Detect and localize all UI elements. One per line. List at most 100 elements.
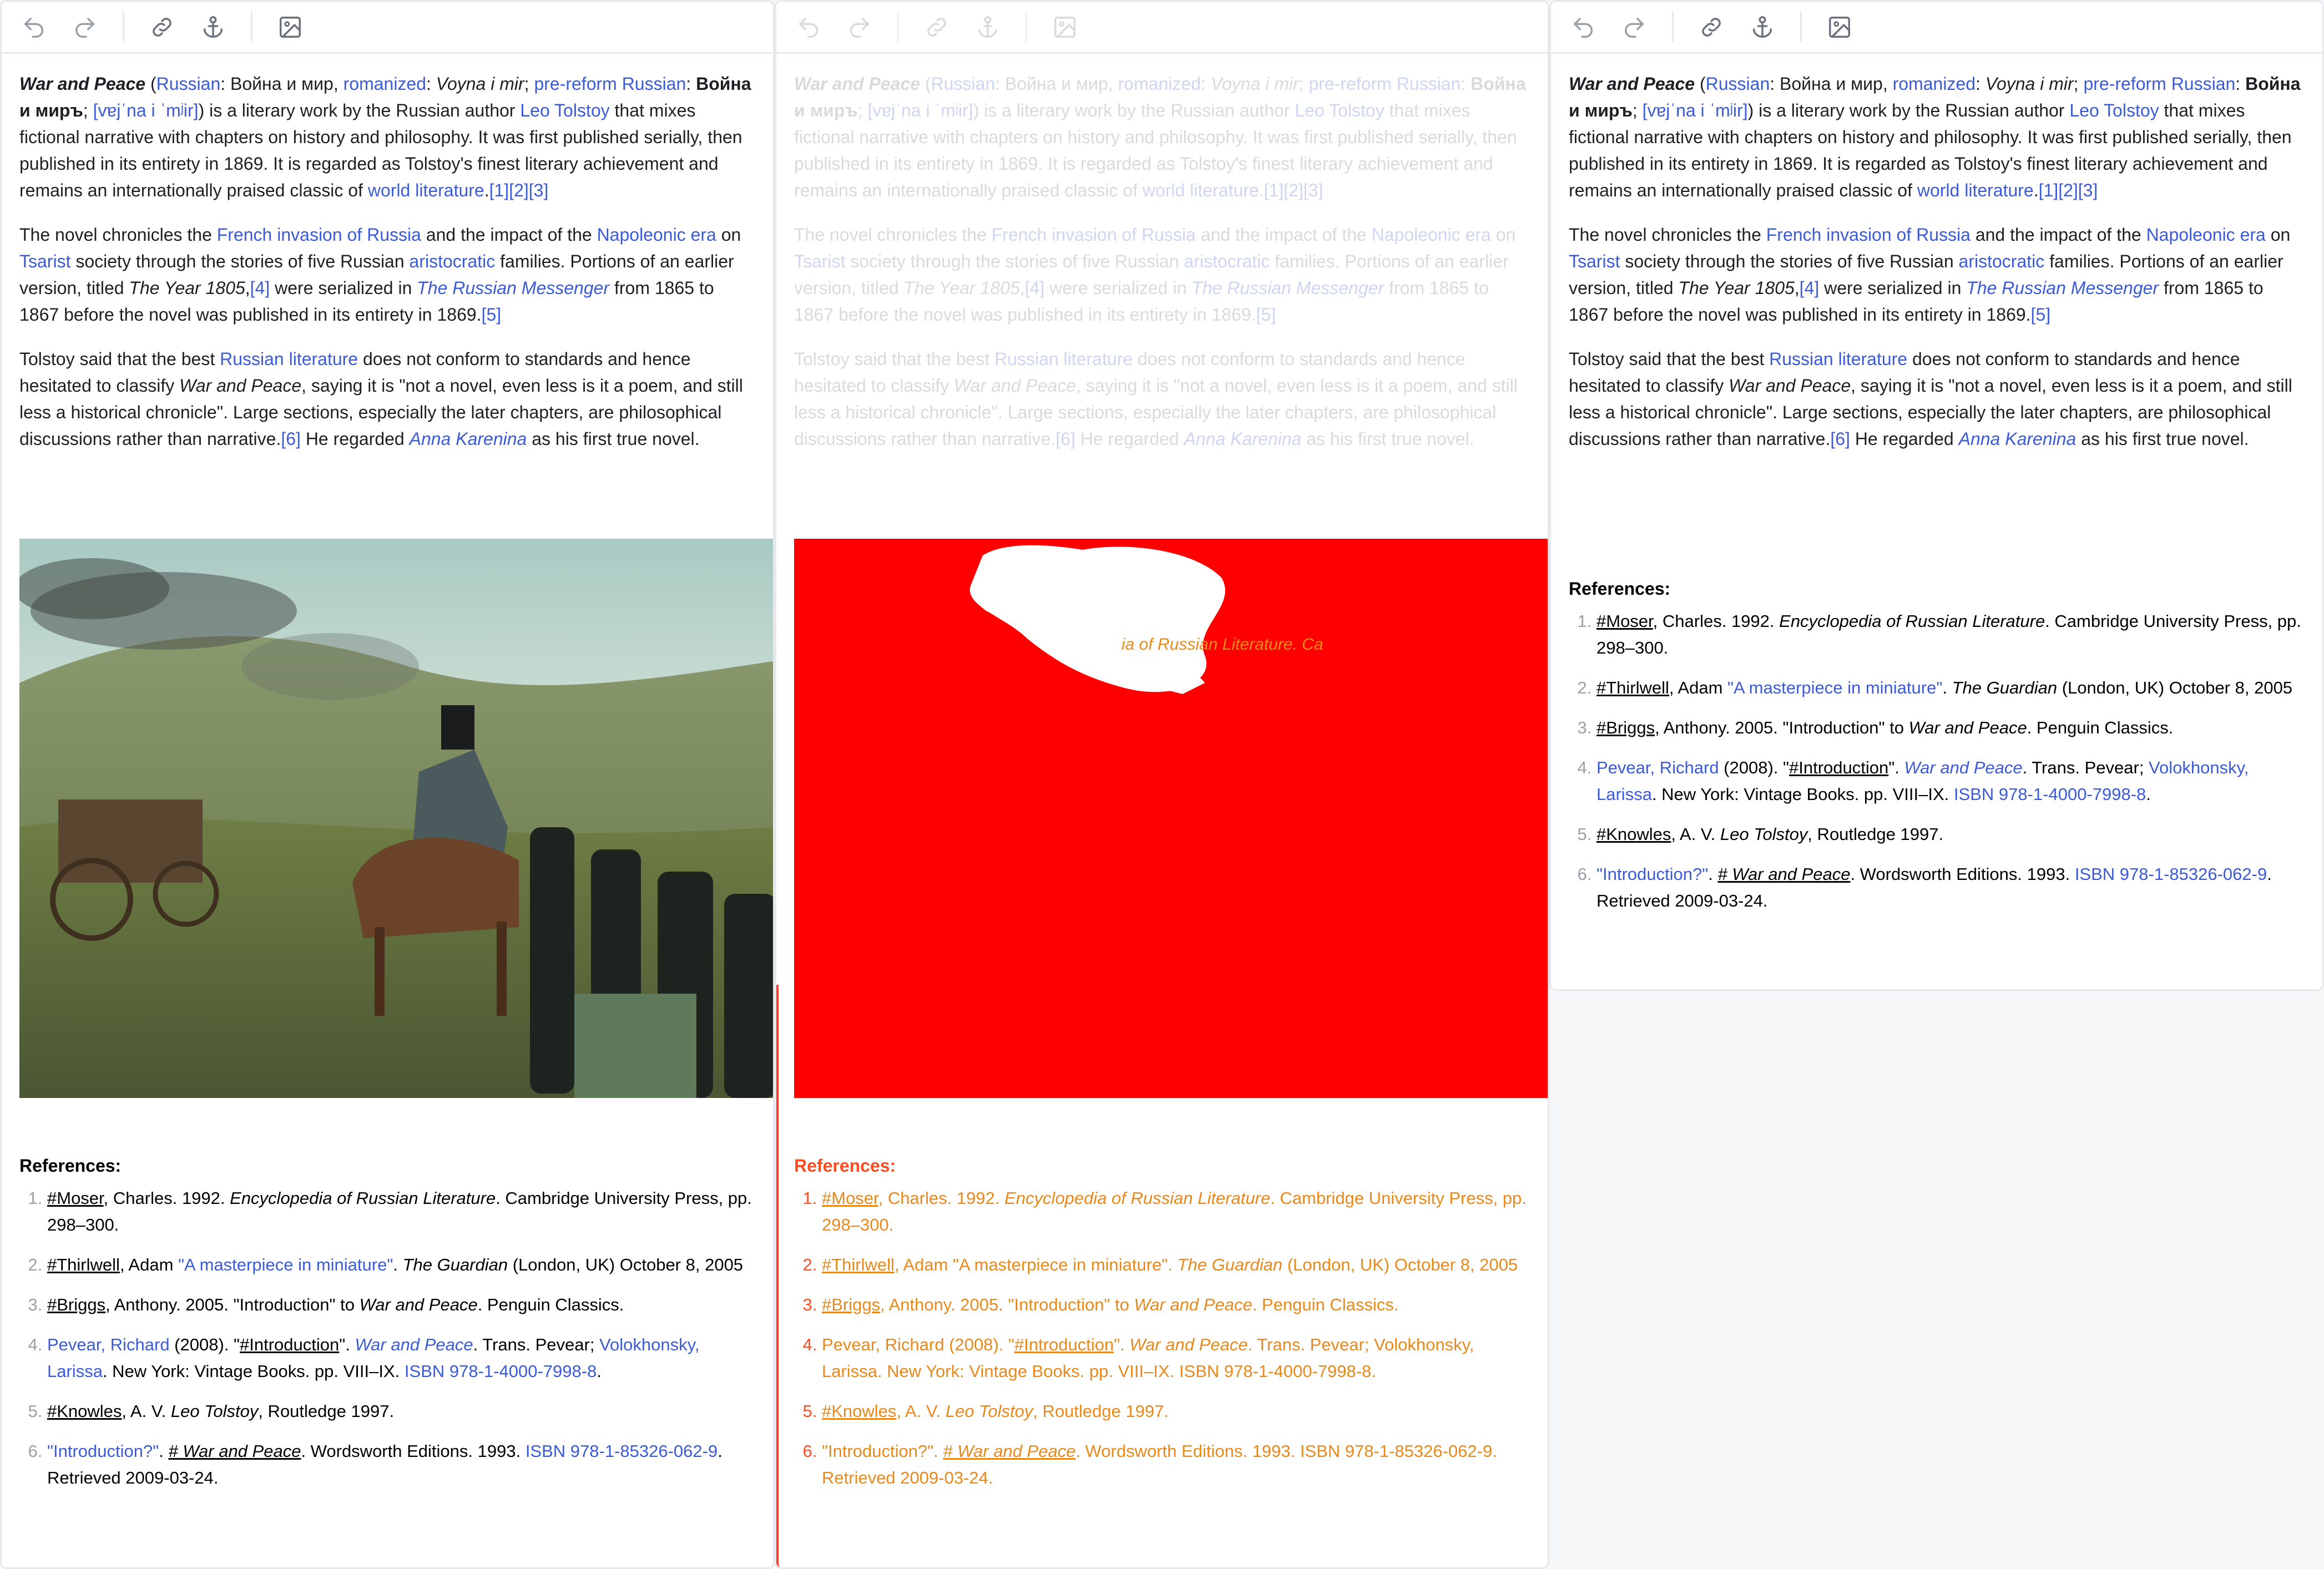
link-author[interactable]: Leo Tolstoy xyxy=(520,100,609,120)
ref-link[interactable]: "A masterpiece in miniature" xyxy=(1727,678,1942,697)
link-russian-messenger[interactable]: The Russian Messenger xyxy=(1966,278,2159,298)
ref-anchor[interactable]: # War and Peace xyxy=(168,1441,301,1461)
link-button[interactable] xyxy=(146,12,178,43)
citation-link[interactable]: [1][2][3] xyxy=(2039,180,2098,200)
ref-anchor[interactable]: # War and Peace xyxy=(1717,864,1850,884)
ref-anchor[interactable]: #Thirlwell xyxy=(47,1255,120,1274)
link-button[interactable] xyxy=(921,12,952,43)
ref-link[interactable]: War and Peace xyxy=(355,1335,473,1354)
link-prereform[interactable]: pre-reform Russian xyxy=(2083,74,2235,94)
link-french-invasion[interactable]: French invasion of Russia xyxy=(992,225,1196,245)
undo-button[interactable] xyxy=(18,12,49,43)
link-russian-messenger[interactable]: The Russian Messenger xyxy=(417,278,609,298)
link-russian-literature[interactable]: Russian literature xyxy=(220,349,358,369)
link-russian-messenger[interactable]: The Russian Messenger xyxy=(1191,278,1384,298)
redo-button[interactable] xyxy=(69,12,100,43)
image-button[interactable] xyxy=(1824,12,1855,43)
image-button[interactable] xyxy=(1049,12,1080,43)
ref-link[interactable]: Pevear, Richard xyxy=(1597,758,1719,777)
link-ipa[interactable]: [vɐjˈna i ˈmʲir] xyxy=(868,100,973,120)
image-button[interactable] xyxy=(275,12,306,43)
ref-anchor[interactable]: #Moser xyxy=(1597,611,1653,631)
citation-link[interactable]: [6] xyxy=(1055,429,1075,449)
citation-link[interactable]: [4] xyxy=(250,278,270,298)
link-russian[interactable]: Russian xyxy=(931,74,996,94)
undo-button[interactable] xyxy=(1568,12,1599,43)
undo-button[interactable] xyxy=(793,12,824,43)
link-prereform[interactable]: pre-reform Russian xyxy=(1308,74,1461,94)
link-tsarist[interactable]: Tsarist xyxy=(19,251,70,271)
isbn-link[interactable]: ISBN 978-1-85326-062-9 xyxy=(526,1441,718,1461)
link-russian-literature[interactable]: Russian literature xyxy=(1769,349,1907,369)
link-anna-karenina[interactable]: Anna Karenina xyxy=(1184,429,1302,449)
link-ipa[interactable]: [vɐjˈna i ˈmʲir] xyxy=(93,100,199,120)
link-world-literature[interactable]: world literature xyxy=(1917,180,2034,200)
text: and the impact of the xyxy=(1195,225,1372,245)
citation-link[interactable]: [5] xyxy=(2031,305,2051,325)
ref-link[interactable]: Pevear, Richard xyxy=(47,1335,170,1354)
anchor-button[interactable] xyxy=(1747,12,1778,43)
anchor-button[interactable] xyxy=(972,12,1003,43)
link-aristocratic[interactable]: aristocratic xyxy=(1184,251,1270,271)
ref-link[interactable]: "Introduction?" xyxy=(1597,864,1708,884)
link-napoleonic-era[interactable]: Napoleonic era xyxy=(597,225,716,245)
ref-anchor[interactable]: #Briggs xyxy=(47,1295,105,1314)
ref-anchor[interactable]: #Introduction xyxy=(1789,758,1888,777)
references-colon: : xyxy=(115,1156,122,1176)
link-tsarist[interactable]: Tsarist xyxy=(794,251,845,271)
link-romanized[interactable]: romanized xyxy=(1893,74,1976,94)
link-author[interactable]: Leo Tolstoy xyxy=(1295,100,1384,120)
citation-link[interactable]: [5] xyxy=(482,305,502,325)
link-anna-karenina[interactable]: Anna Karenina xyxy=(410,429,527,449)
link-romanized[interactable]: romanized xyxy=(343,74,426,94)
citation-link[interactable]: [1][2][3] xyxy=(489,180,549,200)
link-russian-literature[interactable]: Russian literature xyxy=(994,349,1133,369)
link-aristocratic[interactable]: aristocratic xyxy=(410,251,496,271)
anchor-button[interactable] xyxy=(198,12,229,43)
link-world-literature[interactable]: world literature xyxy=(1143,180,1259,200)
ref-anchor[interactable]: #Introduction xyxy=(240,1335,339,1354)
image-icon xyxy=(1054,16,1075,38)
ref-anchor[interactable]: #Briggs xyxy=(1597,718,1655,737)
ref-link[interactable]: War and Peace xyxy=(1904,758,2022,777)
ref-link[interactable]: "A masterpiece in miniature" xyxy=(178,1255,393,1274)
paragraph-chronicle: The novel chronicles the French invasion… xyxy=(1569,221,2305,328)
article-content[interactable]: War and Peace (Russian: Война и мир, rom… xyxy=(1551,54,2322,452)
ref-link[interactable]: "Introduction?" xyxy=(47,1441,159,1461)
text: and the impact of the xyxy=(421,225,597,245)
link-prereform[interactable]: pre-reform Russian xyxy=(534,74,686,94)
link-anna-karenina[interactable]: Anna Karenina xyxy=(1959,429,2077,449)
citation-link[interactable]: [4] xyxy=(1025,278,1045,298)
citation-link[interactable]: [5] xyxy=(1256,305,1276,325)
citation-link[interactable]: [6] xyxy=(281,429,301,449)
text: . xyxy=(1708,864,1718,884)
isbn-link[interactable]: ISBN 978-1-4000-7998-8 xyxy=(1954,784,2146,804)
link-button[interactable] xyxy=(1696,12,1727,43)
ref-anchor[interactable]: #Thirlwell xyxy=(1597,678,1669,697)
link-aristocratic[interactable]: aristocratic xyxy=(1959,251,2045,271)
link-french-invasion[interactable]: French invasion of Russia xyxy=(217,225,421,245)
battle-scene-image[interactable] xyxy=(19,539,775,1098)
link-tsarist[interactable]: Tsarist xyxy=(1569,251,1620,271)
link-author[interactable]: Leo Tolstoy xyxy=(2069,100,2159,120)
citation-link[interactable]: [6] xyxy=(1830,429,1850,449)
ref-anchor[interactable]: #Knowles xyxy=(1597,824,1671,844)
link-romanized[interactable]: romanized xyxy=(1118,74,1201,94)
link-french-invasion[interactable]: French invasion of Russia xyxy=(1766,225,1971,245)
link-russian[interactable]: Russian xyxy=(1706,74,1770,94)
citation-link[interactable]: [1][2][3] xyxy=(1264,180,1323,200)
link-ipa[interactable]: [vɐjˈna i ˈmʲir] xyxy=(1643,100,1748,120)
link-napoleonic-era[interactable]: Napoleonic era xyxy=(2146,225,2266,245)
link-napoleonic-era[interactable]: Napoleonic era xyxy=(1372,225,1491,245)
ref-anchor[interactable]: #Knowles xyxy=(47,1401,122,1421)
ref-anchor[interactable]: #Moser xyxy=(47,1188,104,1208)
citation-link[interactable]: [4] xyxy=(1800,278,1820,298)
redo-button[interactable] xyxy=(1619,12,1650,43)
isbn-link[interactable]: ISBN 978-1-4000-7998-8 xyxy=(405,1362,597,1381)
redo-button[interactable] xyxy=(844,12,875,43)
isbn-link[interactable]: ISBN 978-1-85326-062-9 xyxy=(2075,864,2267,884)
link-russian[interactable]: Russian xyxy=(156,74,221,94)
link-world-literature[interactable]: world literature xyxy=(368,180,484,200)
article-content[interactable]: War and Peace (Russian: Война и мир, rom… xyxy=(776,54,1548,452)
article-content[interactable]: War and Peace (Russian: Война и мир, rom… xyxy=(2,54,773,452)
